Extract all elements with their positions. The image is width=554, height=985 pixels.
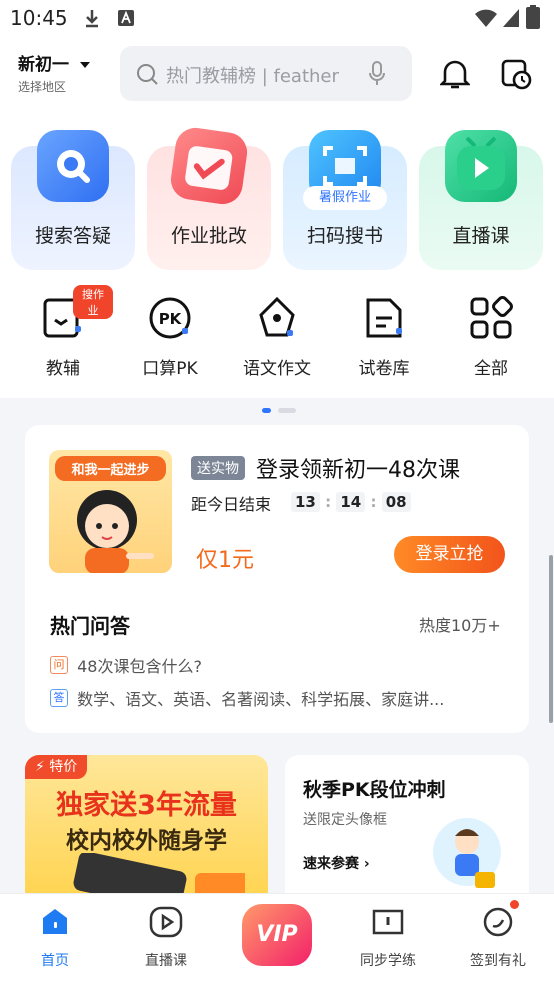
- bottom-nav: 首页 直播课 VIP 同步学练 签到有礼: [0, 893, 554, 985]
- promo-image-text: 和我一起进步: [55, 456, 166, 481]
- qa-question: 48次课包含什么?: [77, 657, 202, 676]
- caret-down-icon: [79, 62, 90, 68]
- svg-text:PK: PK: [159, 310, 183, 328]
- feature-live-class[interactable]: 直播课: [419, 130, 543, 270]
- tool-all[interactable]: 全部: [441, 296, 541, 379]
- qa-answer-row[interactable]: 答 数学、语文、英语、名著阅读、科学拓展、家庭讲...: [50, 686, 444, 710]
- nav-label: 签到有礼: [470, 953, 526, 969]
- banner-pk-sprint[interactable]: 秋季PK段位冲刺 送限定头像框 速来参赛 ›: [285, 755, 529, 905]
- pk-banner-subtitle: 送限定头像框: [303, 812, 387, 828]
- tool-composition[interactable]: 语文作文: [227, 296, 327, 379]
- grade-selector[interactable]: 新初一 选择地区: [18, 50, 91, 95]
- special-price-tag: ⚡ 特价: [25, 755, 88, 779]
- feature-search-qa[interactable]: 搜索答疑: [11, 130, 135, 270]
- tool-label: 教辅: [46, 359, 80, 379]
- top-header: 新初一 选择地区 热门教辅榜 | feather: [0, 38, 554, 118]
- pk-icon: PK: [149, 297, 191, 339]
- feature-label: 扫码搜书: [306, 225, 383, 247]
- feature-label: 作业批改: [170, 225, 247, 247]
- signal-icon: [503, 9, 519, 27]
- girl-illustration: [77, 490, 154, 573]
- region-label: 选择地区: [18, 80, 67, 94]
- status-bar: 10:45: [0, 0, 554, 38]
- notification-dot: [510, 900, 519, 909]
- question-badge: 问: [50, 656, 68, 674]
- trophy-boy-illustration: [433, 818, 501, 888]
- lightning-icon: ⚡: [35, 759, 45, 775]
- open-book-icon: [372, 909, 404, 935]
- app-a-icon: [118, 10, 134, 26]
- promo-title: 登录领新初一48次课: [256, 458, 460, 483]
- countdown-seconds: 08: [381, 492, 411, 512]
- bell-icon[interactable]: [440, 58, 470, 90]
- tool-label: 语文作文: [243, 359, 311, 379]
- promo-image[interactable]: 和我一起进步: [49, 450, 172, 573]
- qa-heat: 热度10万+: [419, 616, 501, 635]
- tool-label: 试卷库: [358, 359, 410, 379]
- search-qa-icon: [37, 130, 109, 202]
- nav-checkin-gift[interactable]: 签到有礼: [448, 900, 548, 970]
- banner-subline: 校内校外随身学: [66, 828, 227, 854]
- document-icon: [366, 298, 402, 338]
- qa-title: 热门问答: [50, 614, 130, 638]
- vip-badge: VIP: [242, 904, 312, 966]
- feature-label: 搜索答疑: [34, 225, 111, 247]
- tool-tutoring[interactable]: 搜作业 教辅: [13, 285, 113, 379]
- tool-exam-library[interactable]: 试卷库: [334, 296, 434, 379]
- status-time: 10:45: [10, 6, 68, 30]
- qa-question-row[interactable]: 问 48次课包含什么?: [50, 653, 202, 677]
- grade-label: 新初一: [18, 55, 69, 75]
- join-now-label: 速来参赛: [303, 856, 359, 872]
- nav-live[interactable]: 直播课: [116, 906, 216, 970]
- qa-answer: 数学、语文、英语、名著阅读、科学拓展、家庭讲...: [77, 690, 445, 709]
- play-circle-icon: [149, 906, 183, 938]
- wifi-icon: [475, 9, 497, 27]
- countdown-hours: 13: [291, 492, 320, 512]
- search-bar[interactable]: 热门教辅榜 | feather: [120, 46, 412, 101]
- answer-badge: 答: [50, 689, 68, 707]
- checkin-icon: [483, 907, 513, 937]
- countdown-label: 距今日结束: [191, 495, 272, 514]
- gift-tag: 送实物: [191, 456, 245, 480]
- nav-vip[interactable]: VIP: [242, 904, 312, 974]
- home-icon: [43, 909, 67, 934]
- search-icon: [137, 64, 158, 85]
- scrollbar[interactable]: [549, 555, 553, 723]
- promo-price: 仅1元: [196, 548, 254, 573]
- login-grab-button[interactable]: 登录立抢: [394, 536, 505, 573]
- nav-sync-practice[interactable]: 同步学练: [338, 906, 438, 970]
- pk-banner-title: 秋季PK段位冲刺: [303, 779, 446, 801]
- feature-scan-book[interactable]: 暑假作业 扫码搜书: [283, 130, 407, 270]
- banner-headline: 独家送3年流量: [56, 790, 237, 821]
- grid-apps-icon: [470, 296, 513, 339]
- feature-label: 直播课: [452, 225, 510, 247]
- feature-homework-check[interactable]: 作业批改: [147, 125, 271, 270]
- nav-label: 直播课: [145, 953, 187, 969]
- promo-card: 和我一起进步 送实物 登录领新初一48次课 距今日结束 13 : 14 : 08…: [25, 425, 529, 733]
- search-placeholder: 热门教辅榜 | feather: [166, 66, 339, 87]
- nav-label: 同步学练: [360, 953, 416, 969]
- nav-home[interactable]: 首页: [5, 906, 105, 970]
- countdown-timer: 13 : 14 : 08: [291, 492, 411, 512]
- tool-label: 全部: [474, 359, 508, 379]
- chevron-right-icon: ›: [363, 856, 370, 872]
- search-homework-badge: 搜作业: [73, 285, 113, 319]
- tool-mental-math-pk[interactable]: PK 口算PK: [120, 296, 220, 379]
- pen-nib-icon: [259, 296, 295, 337]
- banner-data-plan[interactable]: ⚡ 特价 独家送3年流量 校内校外随身学: [25, 755, 268, 905]
- battery-icon: [526, 5, 540, 29]
- history-clock-icon[interactable]: [501, 58, 533, 90]
- tool-label: 口算PK: [142, 359, 198, 379]
- summer-homework-tag: 暑假作业: [303, 186, 387, 210]
- homework-check-icon: [168, 125, 250, 207]
- download-icon: [86, 10, 98, 28]
- countdown-minutes: 14: [336, 492, 366, 512]
- live-tv-icon: [445, 130, 517, 202]
- microphone-icon[interactable]: [368, 61, 386, 87]
- nav-label: 首页: [41, 953, 69, 969]
- page-indicator: [262, 398, 297, 417]
- join-now-link[interactable]: 速来参赛 ›: [303, 853, 370, 873]
- special-price-label: 特价: [49, 759, 78, 775]
